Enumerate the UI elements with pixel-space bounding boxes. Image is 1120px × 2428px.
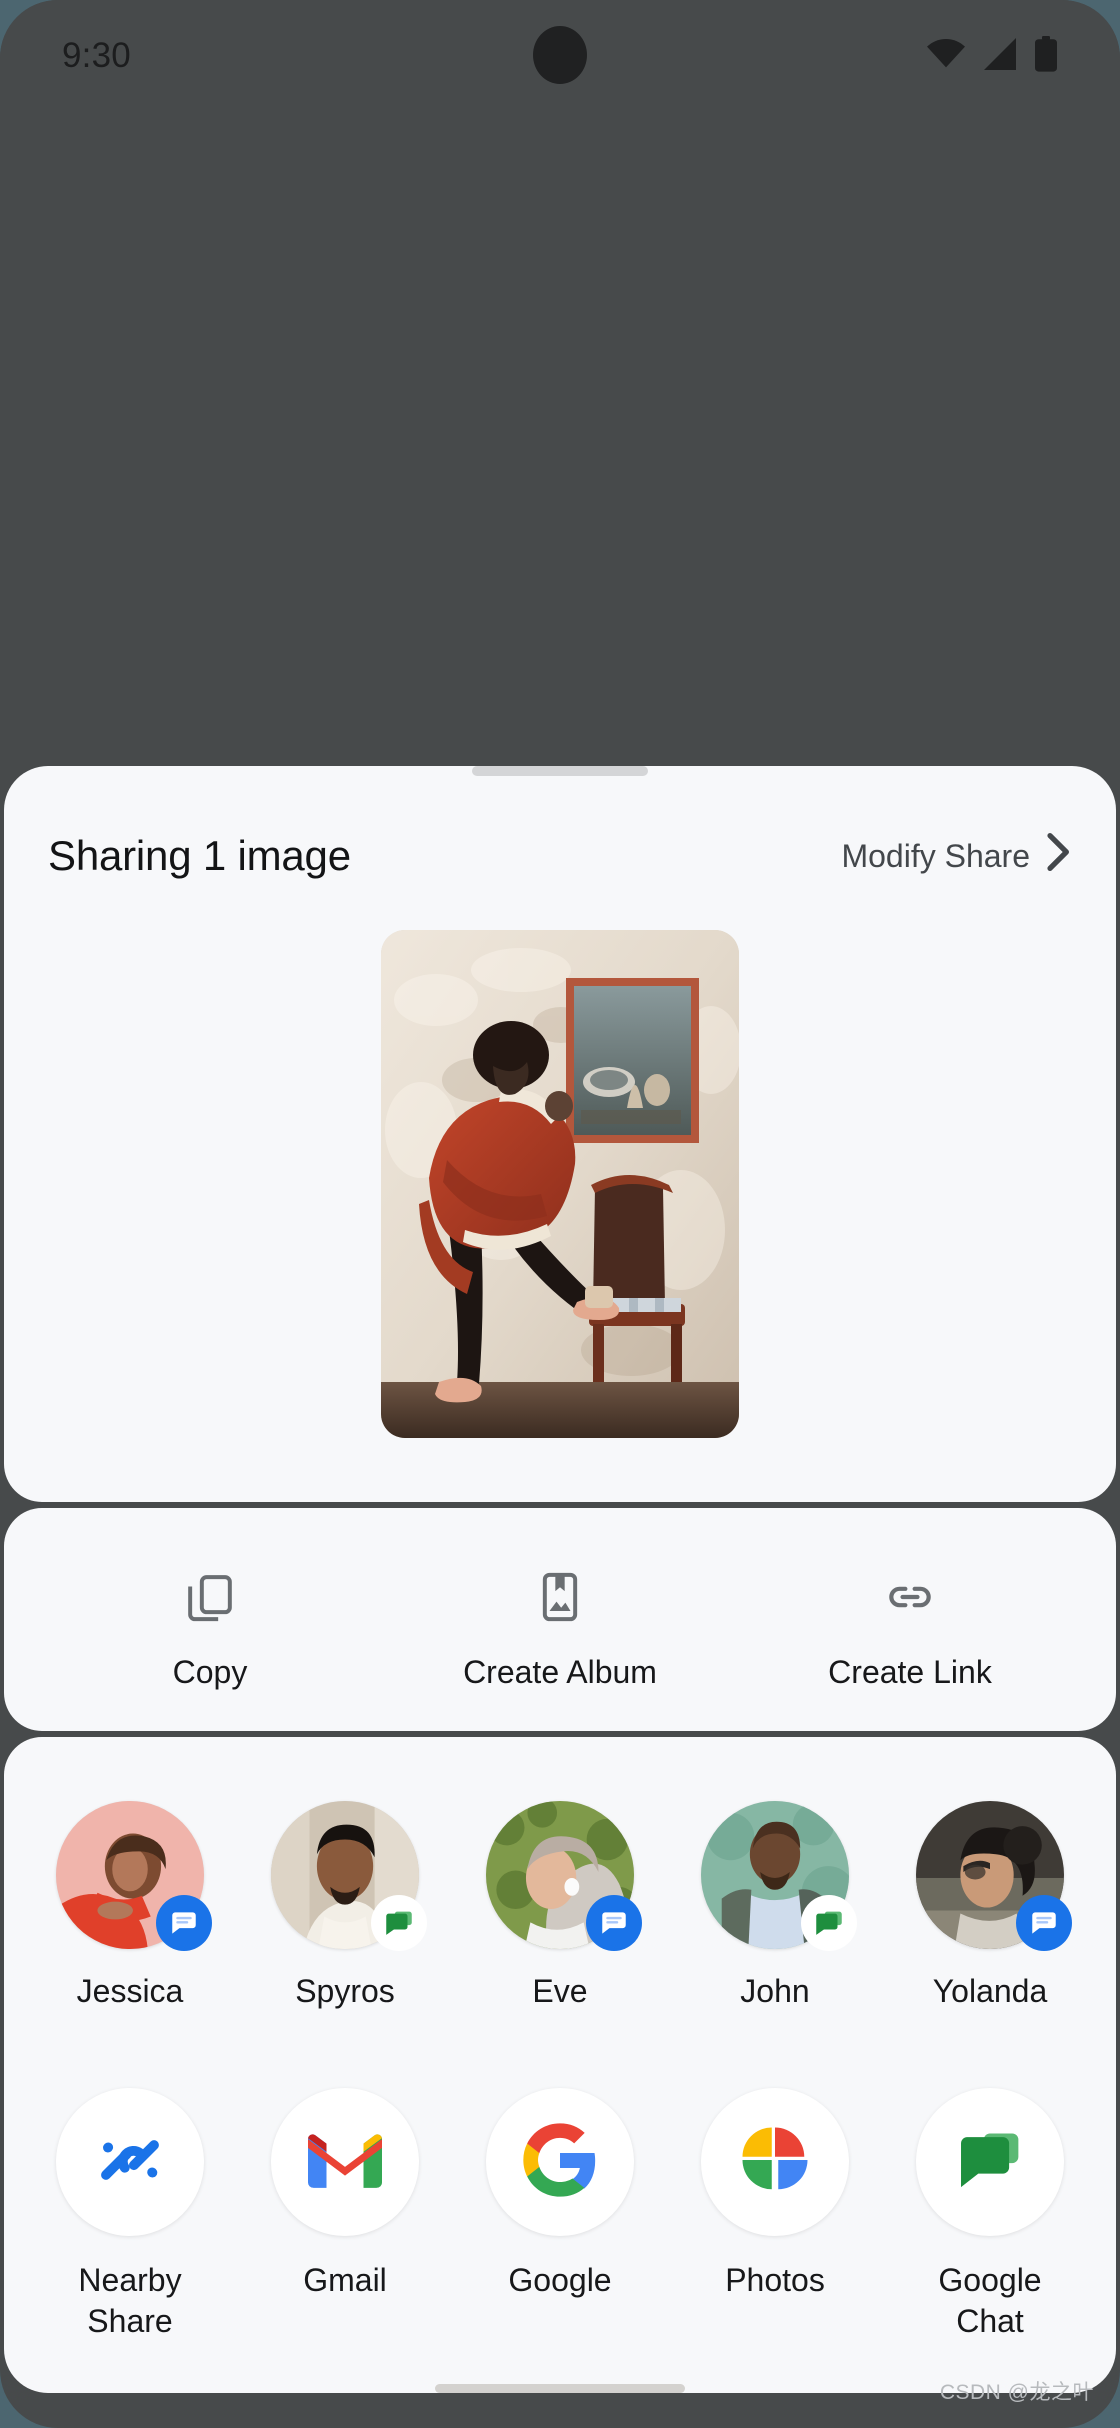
share-targets-card: Jessica Spyros Eve John Yolanda Nearby S… <box>4 1737 1116 2393</box>
avatar-wrapper <box>271 1801 427 1951</box>
contact-eve[interactable]: Eve <box>476 1801 644 2010</box>
copy-icon <box>182 1566 238 1628</box>
create-album-icon <box>532 1566 588 1628</box>
app-icon-circle <box>916 2088 1064 2236</box>
messages-badge-icon <box>1016 1895 1072 1951</box>
camera-cutout <box>533 26 587 84</box>
app-icon-circle <box>486 2088 634 2236</box>
home-indicator[interactable] <box>435 2383 685 2393</box>
avatar-wrapper <box>486 1801 642 1951</box>
app-nearby-share[interactable]: Nearby Share <box>46 2088 214 2342</box>
app-icon-circle <box>56 2088 204 2236</box>
contact-name: Spyros <box>295 1973 395 2009</box>
messages-badge-icon <box>586 1895 642 1951</box>
quick-actions-card: Copy Create Album Create Link <box>4 1508 1116 1731</box>
google-chat-icon <box>953 2123 1027 2202</box>
avatar-wrapper <box>701 1801 857 1951</box>
apps-row: Nearby Share Gmail Google Photos Google … <box>4 2052 1116 2342</box>
app-label: Nearby Share <box>78 2262 182 2339</box>
messages-badge-icon <box>156 1895 212 1951</box>
shared-image-preview-wrapper <box>4 880 1116 1502</box>
contact-john[interactable]: John <box>691 1801 859 2010</box>
drag-handle[interactable] <box>472 766 648 776</box>
modify-share-label: Modify Share <box>841 837 1030 874</box>
phone-screen: 9:30 Sharing 1 image Modify Share Copy C… <box>0 0 1120 2428</box>
wifi-icon <box>926 38 966 74</box>
gmail-icon <box>308 2131 382 2194</box>
cellular-signal-icon <box>982 37 1018 75</box>
battery-icon <box>1034 35 1058 77</box>
app-icon-circle <box>271 2088 419 2236</box>
share-preview-card: Sharing 1 image Modify Share <box>4 766 1116 1502</box>
google-icon <box>520 2120 600 2205</box>
status-bar-icons <box>926 35 1058 77</box>
contact-name: John <box>740 1973 810 2009</box>
modify-share-button[interactable]: Modify Share <box>841 832 1072 880</box>
app-google-chat[interactable]: Google Chat <box>906 2088 1074 2342</box>
copy-label: Copy <box>172 1654 248 1690</box>
status-bar-clock: 9:30 <box>62 36 131 75</box>
create-link-button[interactable]: Create Link <box>800 1566 1020 1691</box>
chevron-right-icon <box>1046 832 1072 880</box>
google-chat-badge-icon <box>801 1895 857 1951</box>
app-gmail[interactable]: Gmail <box>261 2088 429 2342</box>
share-sheet-header: Sharing 1 image Modify Share <box>4 776 1116 880</box>
app-icon-circle <box>701 2088 849 2236</box>
link-icon <box>882 1566 938 1628</box>
contact-jessica[interactable]: Jessica <box>46 1801 214 2010</box>
app-label: Gmail <box>303 2262 387 2298</box>
create-album-button[interactable]: Create Album <box>450 1566 670 1691</box>
quick-actions-row: Copy Create Album Create Link <box>4 1508 1116 1731</box>
contact-name: Eve <box>532 1973 588 2009</box>
contact-name: Yolanda <box>932 1973 1048 2009</box>
avatar-wrapper <box>916 1801 1072 1951</box>
shared-image-thumbnail[interactable] <box>381 930 739 1438</box>
contacts-row: Jessica Spyros Eve John Yolanda <box>4 1737 1116 2052</box>
nearby-share-icon <box>91 2121 169 2204</box>
watermark: CSDN @龙之叶 <box>939 2381 1094 2404</box>
google-chat-badge-icon <box>371 1895 427 1951</box>
app-label: Photos <box>725 2262 825 2298</box>
contact-spyros[interactable]: Spyros <box>261 1801 429 2010</box>
app-label: Google Chat <box>938 2262 1042 2339</box>
avatar-wrapper <box>56 1801 212 1951</box>
create-link-label: Create Link <box>828 1654 992 1690</box>
contact-name: Jessica <box>76 1973 184 2009</box>
create-album-label: Create Album <box>463 1654 657 1690</box>
background-scrim[interactable]: 9:30 <box>0 0 1120 760</box>
share-sheet: Sharing 1 image Modify Share Copy Create… <box>0 740 1120 2428</box>
contact-yolanda[interactable]: Yolanda <box>906 1801 1074 2010</box>
app-photos[interactable]: Photos <box>691 2088 859 2342</box>
page-title: Sharing 1 image <box>48 832 351 879</box>
app-label: Google <box>508 2262 612 2298</box>
copy-button[interactable]: Copy <box>100 1566 320 1691</box>
app-google[interactable]: Google <box>476 2088 644 2342</box>
google-photos-icon <box>736 2121 814 2204</box>
